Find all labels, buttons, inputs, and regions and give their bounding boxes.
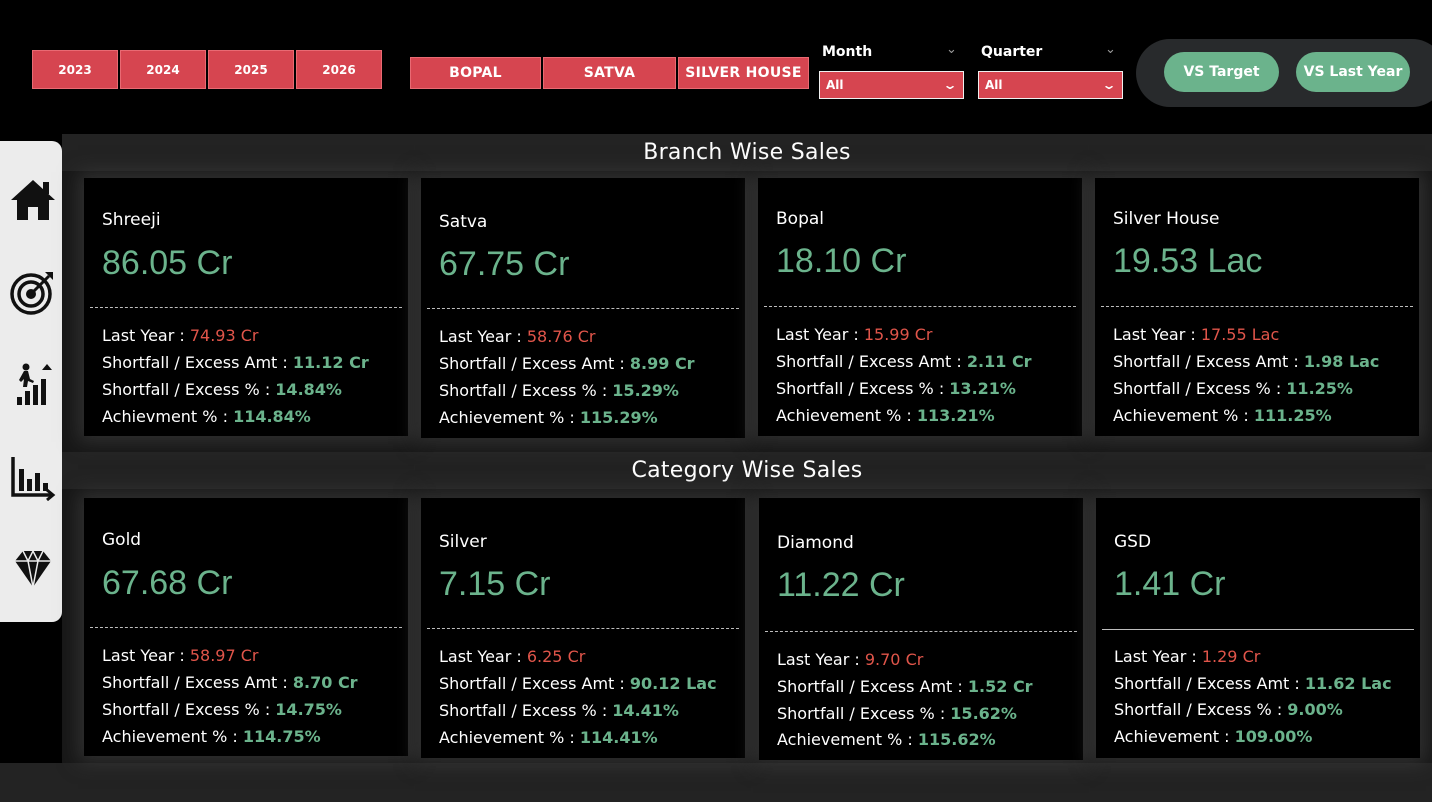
last-year-metric: Last Year : 6.25 Cr [439, 647, 586, 666]
branch-button-silver-house[interactable]: SILVER HOUSE [678, 57, 809, 89]
shortfall-amt-metric: Shortfall / Excess Amt : 1.52 Cr [777, 677, 1033, 696]
bar-chart-icon[interactable] [9, 453, 57, 502]
card-divider [90, 627, 402, 628]
year-button-2023[interactable]: 2023 [32, 50, 118, 89]
card-title: Silver House [1113, 209, 1220, 229]
bottom-band [0, 763, 1432, 802]
card-value: 7.15 Cr [439, 565, 551, 603]
year-button-2024[interactable]: 2024 [120, 50, 206, 89]
month-label: Month [822, 44, 873, 60]
vs-target-button[interactable]: VS Target [1164, 52, 1279, 92]
card-divider [427, 308, 739, 309]
card-title: GSD [1114, 532, 1152, 552]
shortfall-amt-metric: Shortfall / Excess Amt : 11.62 Lac [1114, 674, 1392, 693]
quarter-label: Quarter [981, 44, 1043, 60]
chevron-down-icon: ⌄ [942, 78, 958, 92]
category-card-diamond: Diamond 11.22 Cr Last Year : 9.70 Cr Sho… [759, 498, 1083, 760]
shortfall-pct-metric: Shortfall / Excess % : 14.75% [102, 700, 342, 719]
last-year-metric: Last Year : 74.93 Cr [102, 326, 259, 345]
category-card-gold: Gold 67.68 Cr Last Year : 58.97 Cr Short… [84, 498, 408, 756]
last-year-metric: Last Year : 9.70 Cr [777, 650, 924, 669]
achievement-metric: Achievement % : 111.25% [1113, 406, 1332, 425]
card-title: Silver [439, 532, 487, 552]
last-year-metric: Last Year : 58.76 Cr [439, 327, 596, 346]
card-title: Diamond [777, 533, 854, 553]
chevron-down-icon: ⌄ [1101, 78, 1117, 92]
card-title: Gold [102, 530, 142, 550]
shortfall-pct-metric: Shortfall / Excess % : 14.41% [439, 701, 679, 720]
quarter-chevron-icon[interactable]: ⌄ [1105, 42, 1116, 57]
achievement-metric: Achievement % : 115.29% [439, 408, 658, 427]
year-button-2026[interactable]: 2026 [296, 50, 382, 89]
shortfall-amt-metric: Shortfall / Excess Amt : 8.70 Cr [102, 673, 358, 692]
branch-button-bopal[interactable]: BOPAL [410, 57, 541, 89]
card-value: 11.22 Cr [777, 566, 905, 604]
card-value: 86.05 Cr [102, 244, 233, 282]
growth-icon[interactable] [9, 361, 57, 409]
shortfall-pct-metric: Shortfall / Excess % : 15.62% [777, 704, 1017, 723]
shortfall-amt-metric: Shortfall / Excess Amt : 8.99 Cr [439, 354, 695, 373]
card-divider [765, 631, 1077, 632]
shortfall-amt-metric: Shortfall / Excess Amt : 1.98 Lac [1113, 352, 1380, 371]
home-icon[interactable] [9, 176, 57, 224]
achievement-metric: Achievement % : 115.62% [777, 730, 996, 749]
last-year-metric: Last Year : 15.99 Cr [776, 325, 933, 344]
category-section-title: Category Wise Sales [62, 452, 1432, 489]
branch-card-silver-house: Silver House 19.53 Lac Last Year : 17.55… [1095, 178, 1419, 436]
category-card-gsd: GSD 1.41 Cr Last Year : 1.29 Cr Shortfal… [1096, 498, 1420, 758]
shortfall-pct-metric: Shortfall / Excess % : 13.21% [776, 379, 1016, 398]
shortfall-pct-metric: Shortfall / Excess % : 9.00% [1114, 700, 1343, 719]
card-value: 18.10 Cr [776, 242, 907, 280]
diamond-icon[interactable] [9, 545, 57, 593]
shortfall-pct-metric: Shortfall / Excess % : 15.29% [439, 381, 679, 400]
branch-section-title: Branch Wise Sales [62, 134, 1432, 171]
shortfall-amt-metric: Shortfall / Excess Amt : 11.12 Cr [102, 353, 369, 372]
quarter-selected-value: All [985, 78, 1003, 92]
card-title: Shreeji [102, 210, 161, 230]
achievement-metric: Achievment % : 114.84% [102, 407, 311, 426]
shortfall-amt-metric: Shortfall / Excess Amt : 90.12 Lac [439, 674, 717, 693]
last-year-metric: Last Year : 1.29 Cr [1114, 647, 1261, 666]
category-card-silver: Silver 7.15 Cr Last Year : 6.25 Cr Short… [421, 498, 745, 758]
card-divider [764, 306, 1076, 307]
target-icon[interactable] [9, 268, 57, 316]
card-value: 67.75 Cr [439, 245, 570, 283]
quarter-dropdown[interactable]: All ⌄ [978, 71, 1123, 99]
card-divider [427, 628, 739, 629]
card-divider [1101, 306, 1413, 307]
month-chevron-icon[interactable]: ⌄ [946, 42, 957, 57]
sidebar-nav [0, 141, 62, 622]
month-selected-value: All [826, 78, 844, 92]
vs-last-year-button[interactable]: VS Last Year [1296, 52, 1410, 92]
card-value: 19.53 Lac [1113, 242, 1263, 280]
shortfall-pct-metric: Shortfall / Excess % : 14.84% [102, 380, 342, 399]
shortfall-pct-metric: Shortfall / Excess % : 11.25% [1113, 379, 1353, 398]
last-year-metric: Last Year : 58.97 Cr [102, 646, 259, 665]
year-button-2025[interactable]: 2025 [208, 50, 294, 89]
card-title: Bopal [776, 209, 824, 229]
achievement-metric: Achievement % : 114.41% [439, 728, 658, 747]
achievement-metric: Achievement % : 113.21% [776, 406, 995, 425]
branch-card-satva: Satva 67.75 Cr Last Year : 58.76 Cr Shor… [421, 178, 745, 438]
card-divider [90, 307, 402, 308]
branch-card-shreeji: Shreeji 86.05 Cr Last Year : 74.93 Cr Sh… [84, 178, 408, 436]
card-divider [1102, 629, 1414, 630]
card-value: 1.41 Cr [1114, 565, 1226, 603]
last-year-metric: Last Year : 17.55 Lac [1113, 325, 1280, 344]
card-value: 67.68 Cr [102, 564, 233, 602]
branch-button-satva[interactable]: SATVA [543, 57, 676, 89]
card-title: Satva [439, 212, 488, 232]
month-dropdown[interactable]: All ⌄ [819, 71, 964, 99]
achievement-metric: Achievement % : 114.75% [102, 727, 321, 746]
branch-card-bopal: Bopal 18.10 Cr Last Year : 15.99 Cr Shor… [758, 178, 1082, 436]
achievement-metric: Achievement : 109.00% [1114, 727, 1313, 746]
shortfall-amt-metric: Shortfall / Excess Amt : 2.11 Cr [776, 352, 1032, 371]
